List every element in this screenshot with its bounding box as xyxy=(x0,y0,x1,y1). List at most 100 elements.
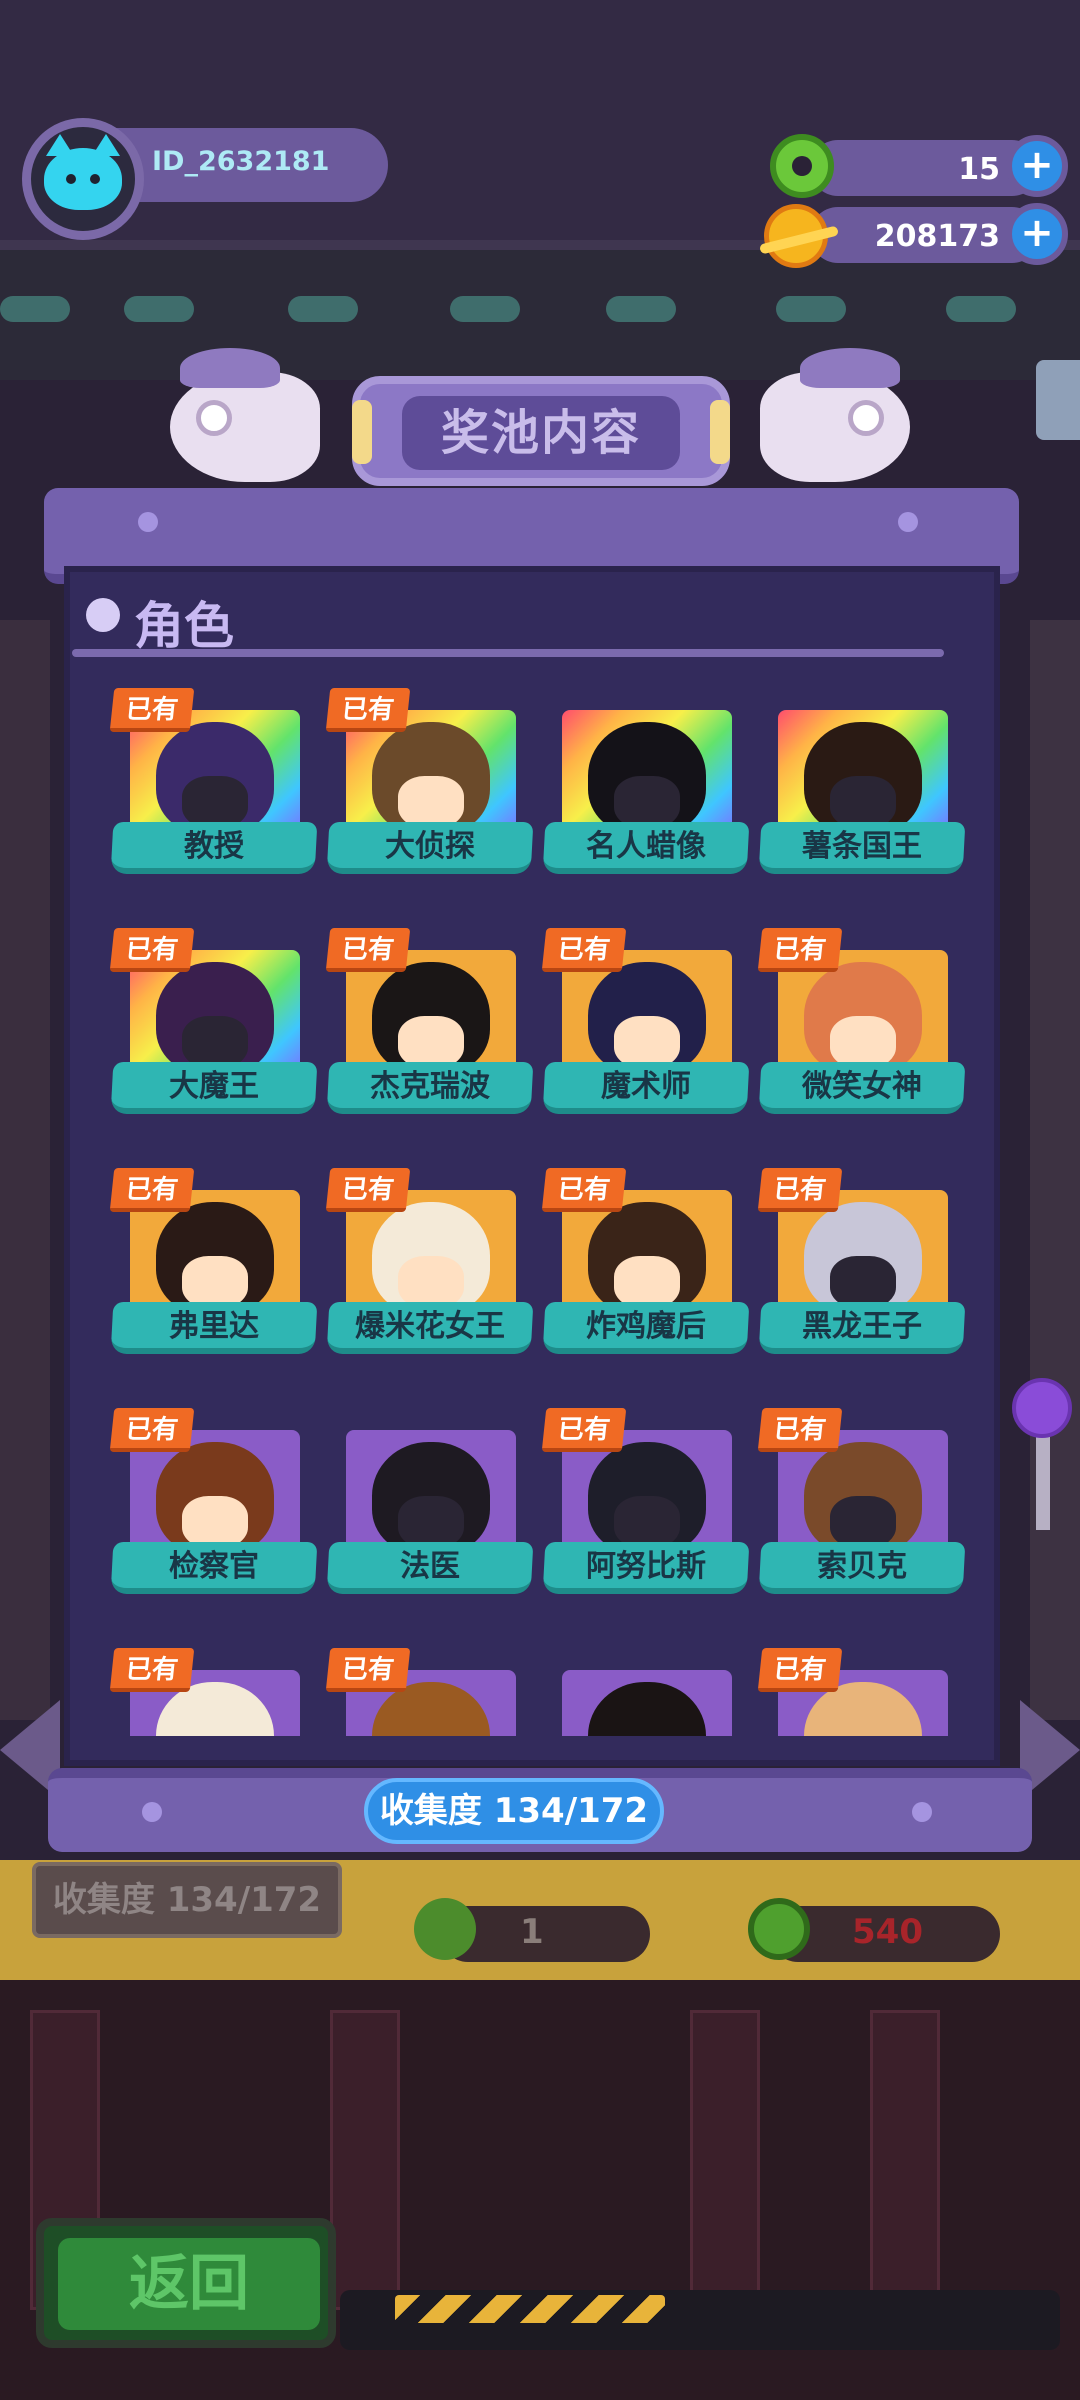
strip-light xyxy=(776,296,846,322)
character-grid[interactable]: 教授 已有 大侦探 已有 名人蜡像 薯条国王 大魔王 已有 杰克瑞波 已有 魔术师 已有 微笑女神 已有弗… xyxy=(72,676,988,1736)
character-name: 爆米花女王 xyxy=(355,1309,505,1344)
collection-progress: 收集度 134/172 xyxy=(364,1778,664,1844)
character-card[interactable]: 杰克瑞波 已有 xyxy=(325,916,534,1136)
character-card[interactable]: 弗里达 已有 xyxy=(109,1156,318,1376)
strip-light xyxy=(946,296,1016,322)
character-face xyxy=(398,1256,464,1308)
character-face xyxy=(830,1256,896,1308)
fish-fin xyxy=(180,348,280,388)
character-card[interactable]: 微笑女神 已有 xyxy=(757,916,966,1136)
owned-badge: 已有 xyxy=(541,1408,627,1452)
character-card[interactable]: 黑龙王子 已有 xyxy=(757,1156,966,1376)
add-coin-button[interactable]: + xyxy=(1006,203,1068,265)
owned-badge: 已有 xyxy=(325,928,411,972)
character-name: 杰克瑞波 xyxy=(370,1069,490,1104)
section-divider xyxy=(72,649,944,657)
character-card[interactable]: 索贝克 已有 xyxy=(757,1396,966,1616)
fish-eye xyxy=(196,400,232,436)
character-card[interactable]: 名人蜡像 xyxy=(542,676,750,896)
character-face xyxy=(182,1496,248,1548)
character-card[interactable]: 大魔王 已有 xyxy=(109,916,318,1136)
rivet xyxy=(898,512,918,532)
fish-eye xyxy=(848,400,884,436)
character-card[interactable]: 炸鸡魔后 已有 xyxy=(541,1156,750,1376)
owned-badge: 已有 xyxy=(325,1168,411,1212)
character-name: 法医 xyxy=(400,1549,460,1584)
owned-badge: 已有 xyxy=(109,928,195,972)
owned-badge: 已有 xyxy=(757,1648,843,1692)
character-card[interactable]: 已有 xyxy=(325,1636,532,1736)
donut-currency-icon xyxy=(770,134,834,198)
owned-badge: 已有 xyxy=(109,688,195,732)
owned-badge: 已有 xyxy=(757,1408,843,1452)
character-card[interactable]: 检察官 已有 xyxy=(109,1396,318,1616)
owned-badge: 已有 xyxy=(541,928,627,972)
character-name: 阿努比斯 xyxy=(586,1549,706,1584)
fish-ornament xyxy=(170,348,320,482)
title-cap xyxy=(710,400,730,464)
background-collection-label: 收集度 134/172 xyxy=(32,1862,342,1938)
back-button[interactable]: 返回 xyxy=(58,2238,320,2330)
side-key-icon[interactable] xyxy=(1036,360,1080,440)
character-face xyxy=(830,1016,896,1068)
character-card[interactable]: 魔术师 已有 xyxy=(541,916,750,1136)
character-name: 大侦探 xyxy=(385,829,475,864)
character-card[interactable]: 薯条国王 xyxy=(758,676,966,896)
character-name: 弗里达 xyxy=(169,1309,259,1344)
rivet xyxy=(142,1802,162,1822)
character-face xyxy=(614,1016,680,1068)
owned-badge: 已有 xyxy=(757,928,843,972)
stage-pillar xyxy=(690,2010,760,2310)
draw-cost-value: 1 xyxy=(520,1912,544,1952)
title-cap xyxy=(352,400,372,464)
character-face xyxy=(398,1016,464,1068)
character-card[interactable]: 已有 xyxy=(757,1636,964,1736)
character-name: 魔术师 xyxy=(601,1069,691,1104)
stage-pillar xyxy=(870,2010,940,2310)
character-face xyxy=(182,776,248,828)
popup-title: 奖池内容 xyxy=(440,405,641,461)
character-card[interactable]: 大侦探 已有 xyxy=(325,676,534,896)
owned-badge: 已有 xyxy=(109,1648,195,1692)
background-right-wall xyxy=(1030,620,1080,1720)
currency-value: 15 xyxy=(958,152,1000,187)
character-card[interactable]: 教授 已有 xyxy=(109,676,318,896)
character-face xyxy=(182,1256,248,1308)
character-name: 黑龙王子 xyxy=(802,1309,922,1344)
stage-pillar xyxy=(330,2010,400,2310)
player-id: ID_2632181 xyxy=(152,146,330,177)
strip-light xyxy=(0,296,70,322)
character-name: 索贝克 xyxy=(817,1549,907,1584)
character-face xyxy=(614,1256,680,1308)
strip-light xyxy=(450,296,520,322)
fish-ornament xyxy=(760,348,910,482)
currency-value: 208173 xyxy=(874,219,1000,254)
lever-knob[interactable] xyxy=(1012,1378,1072,1438)
background-left-wall xyxy=(0,620,50,1720)
add-donut-button[interactable]: + xyxy=(1006,135,1068,197)
character-face xyxy=(830,1496,896,1548)
character-face xyxy=(398,1496,464,1548)
character-name: 大魔王 xyxy=(169,1069,259,1104)
character-card[interactable]: 法医 xyxy=(326,1396,534,1616)
character-card[interactable]: 爆米花女王 已有 xyxy=(325,1156,534,1376)
cat-eye xyxy=(66,174,76,184)
character-face xyxy=(398,776,464,828)
character-name: 教授 xyxy=(184,829,244,864)
character-face xyxy=(830,776,896,828)
avatar[interactable] xyxy=(22,118,144,240)
rivet xyxy=(912,1802,932,1822)
character-name: 微笑女神 xyxy=(802,1069,922,1104)
character-card[interactable]: 阿努比斯 已有 xyxy=(541,1396,750,1616)
owned-badge: 已有 xyxy=(541,1168,627,1212)
planet-coin-icon xyxy=(764,204,828,268)
owned-badge: 已有 xyxy=(109,1168,195,1212)
character-name: 检察官 xyxy=(169,1549,259,1584)
cat-eye xyxy=(90,174,100,184)
character-card[interactable]: 已有 xyxy=(109,1636,316,1736)
fish-fin xyxy=(800,348,900,388)
draw-cost-value: 540 xyxy=(852,1912,923,1952)
character-card[interactable] xyxy=(544,1636,748,1736)
owned-badge: 已有 xyxy=(325,1648,411,1692)
character-face xyxy=(182,1016,248,1068)
